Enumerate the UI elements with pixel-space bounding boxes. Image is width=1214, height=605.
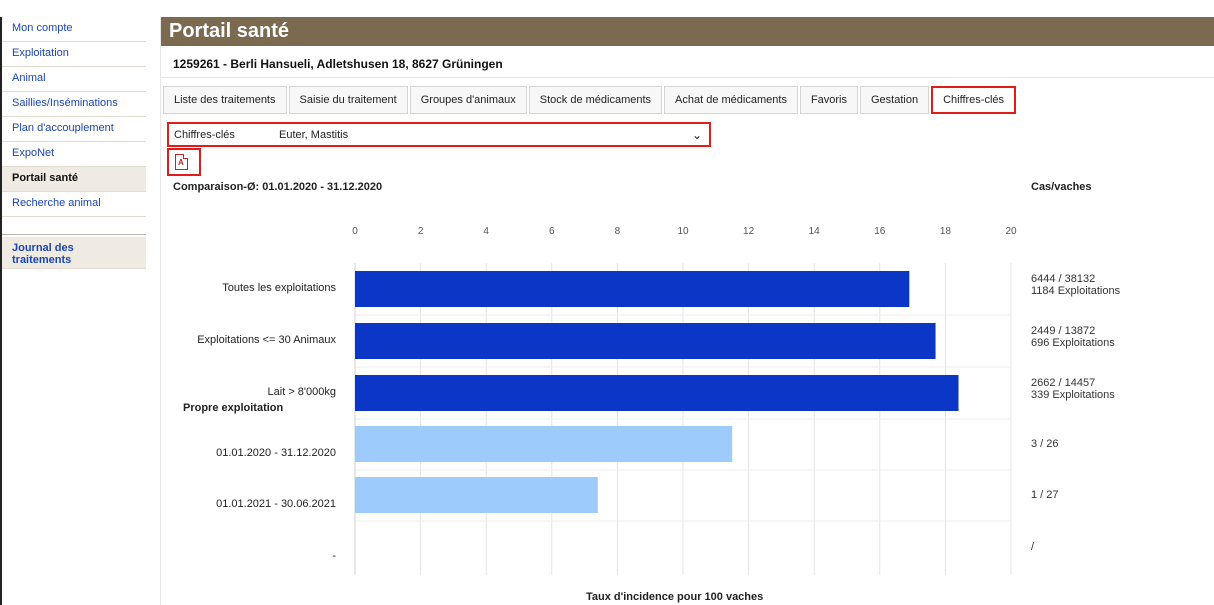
category-label: - — [332, 550, 336, 562]
x-axis-title: Taux d'incidence pour 100 vaches — [586, 591, 764, 603]
x-tick-label: 10 — [677, 226, 689, 237]
sidebar-item-exploitation[interactable]: Exploitation — [2, 42, 146, 67]
cases-annotation-line: 1 / 27 — [1031, 489, 1059, 501]
cases-annotation: 2662 / 14457 339 Exploitations — [1031, 377, 1115, 401]
cases-annotation-line: 1184 Exploitations — [1031, 285, 1121, 297]
category-label: Toutes les exploitations — [222, 282, 336, 294]
sidebar-item-mon-compte[interactable]: Mon compte — [2, 17, 146, 42]
cases-annotation-line: 6444 / 38132 — [1031, 273, 1096, 285]
bar — [355, 477, 598, 513]
x-tick-label: 0 — [352, 226, 358, 237]
cases-annotation-line: 339 Exploitations — [1031, 389, 1115, 401]
x-tick-label: 16 — [874, 226, 886, 237]
cases-annotation-line: 3 / 26 — [1031, 438, 1059, 450]
sidebar-item-animal[interactable]: Animal — [2, 67, 146, 92]
x-tick-label: 2 — [418, 226, 424, 237]
bar — [355, 271, 910, 307]
x-tick-label: 8 — [615, 226, 621, 237]
x-tick-label: 12 — [743, 226, 755, 237]
sidebar-item-plan-accouplement[interactable]: Plan d'accouplement — [2, 117, 146, 142]
sidebar: Mon compte Exploitation Animal Saillies/… — [0, 17, 146, 605]
x-tick-label: 18 — [940, 226, 952, 237]
cases-annotation: 3 / 26 — [1031, 438, 1059, 450]
cases-annotation-line: 696 Exploitations — [1031, 337, 1115, 349]
category-label: 01.01.2020 - 31.12.2020 — [216, 447, 336, 459]
own-farm-title: Propre exploitation — [183, 402, 284, 414]
x-tick-label: 6 — [549, 226, 555, 237]
cases-annotation-line: 2662 / 14457 — [1031, 377, 1096, 389]
bar — [355, 375, 959, 411]
sidebar-item-recherche-animal[interactable]: Recherche animal — [2, 192, 146, 217]
x-tick-label: 20 — [1005, 226, 1017, 237]
cases-annotation: 2449 / 13872 696 Exploitations — [1031, 325, 1115, 349]
sidebar-item-portail-sante[interactable]: Portail santé — [2, 167, 146, 192]
category-label: Exploitations <= 30 Animaux — [197, 334, 336, 346]
sidebar-item-journal[interactable]: Journal des traitements — [2, 237, 146, 269]
cases-annotation-line: 2449 / 13872 — [1031, 325, 1096, 337]
main-content: Portail santé 1259261 - Berli Hansueli, … — [160, 17, 1214, 605]
cases-annotation-line: / — [1031, 541, 1035, 553]
cases-annotation: / — [1031, 541, 1034, 553]
bar — [355, 426, 733, 462]
incidence-chart: 0 2 4 6 8 10 12 14 16 18 20 — [352, 226, 1017, 575]
cases-annotation: 1 / 27 — [1031, 489, 1059, 501]
bar — [355, 323, 936, 359]
x-tick-label: 4 — [483, 226, 489, 237]
category-label: Lait > 8'000kg — [267, 386, 336, 398]
sidebar-item-exponet[interactable]: ExpoNet — [2, 142, 146, 167]
category-label: 01.01.2021 - 30.06.2021 — [216, 498, 336, 510]
sidebar-item-saillies[interactable]: Saillies/Inséminations — [2, 92, 146, 117]
cases-annotation: 6444 / 38132 1184 Exploitations — [1031, 273, 1120, 297]
sidebar-divider — [2, 217, 146, 235]
x-tick-label: 14 — [809, 226, 821, 237]
